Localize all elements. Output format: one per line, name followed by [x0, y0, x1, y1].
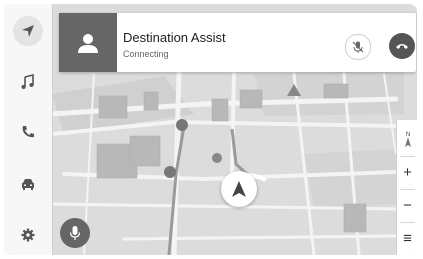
map-menu-button[interactable]: ≡ [397, 223, 417, 253]
call-status: Connecting [123, 49, 169, 59]
mute-button[interactable] [345, 34, 371, 60]
current-location-marker [221, 171, 257, 207]
current-location-arrow-icon [232, 181, 246, 197]
menu-icon: ≡ [403, 229, 412, 247]
car-icon [22, 179, 34, 190]
sidebar-item-music[interactable] [13, 67, 43, 97]
sidebar-item-navigation[interactable] [13, 16, 43, 46]
map-controls: N + − ≡ [396, 120, 417, 255]
end-call-button[interactable] [389, 33, 415, 59]
sidebar-item-phone[interactable] [13, 117, 43, 147]
caller-avatar [59, 13, 117, 72]
gear-icon [21, 228, 35, 242]
zoom-out-icon: − [403, 196, 412, 214]
hang-up-icon [396, 44, 408, 49]
voice-microphone-icon [69, 226, 81, 240]
voice-command-button[interactable] [60, 218, 90, 248]
phone-icon [22, 126, 34, 138]
zoom-out-button[interactable]: − [397, 190, 417, 220]
navigation-icon [22, 25, 34, 37]
compass-button[interactable]: N [397, 124, 417, 154]
microphone-muted-icon [352, 41, 364, 53]
navigation-screen: Destination Assist Connecting N + − ≡ [4, 4, 417, 255]
zoom-in-button[interactable]: + [397, 157, 417, 187]
sidebar-item-vehicle[interactable] [13, 169, 43, 199]
music-note-icon [21, 74, 34, 89]
call-card: Destination Assist Connecting [59, 13, 416, 72]
person-icon [78, 33, 98, 53]
sidebar [4, 4, 53, 255]
caller-name: Destination Assist [123, 30, 226, 45]
sidebar-item-settings[interactable] [13, 220, 43, 250]
zoom-in-icon: + [403, 163, 412, 181]
compass-icon: N [404, 132, 411, 147]
